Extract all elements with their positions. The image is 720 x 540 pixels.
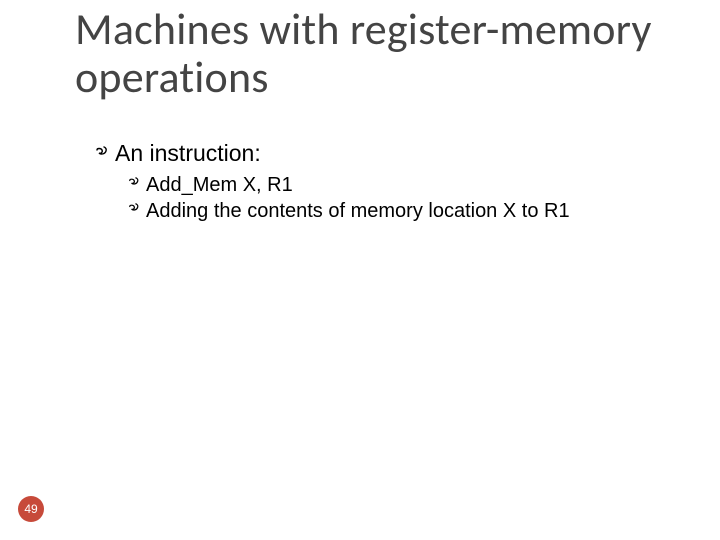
bullet-text: An instruction:	[115, 140, 261, 166]
slide-title: Machines with register-memory operations	[75, 6, 695, 101]
bullet-level1: An instruction:	[95, 140, 261, 168]
bullet-icon	[128, 174, 142, 197]
bullet-text: Add_Mem X, R1	[146, 174, 293, 196]
bullet-text: Adding the contents of memory location X…	[146, 200, 570, 222]
bullet-icon	[128, 200, 142, 223]
page-number-badge: 49	[18, 496, 44, 522]
bullet-level2: Add_Mem X, R1	[128, 174, 293, 197]
bullet-level2: Adding the contents of memory location X…	[128, 200, 570, 223]
page-number: 49	[24, 502, 37, 516]
slide: Machines with register-memory operations…	[0, 0, 720, 540]
bullet-icon	[95, 141, 111, 168]
